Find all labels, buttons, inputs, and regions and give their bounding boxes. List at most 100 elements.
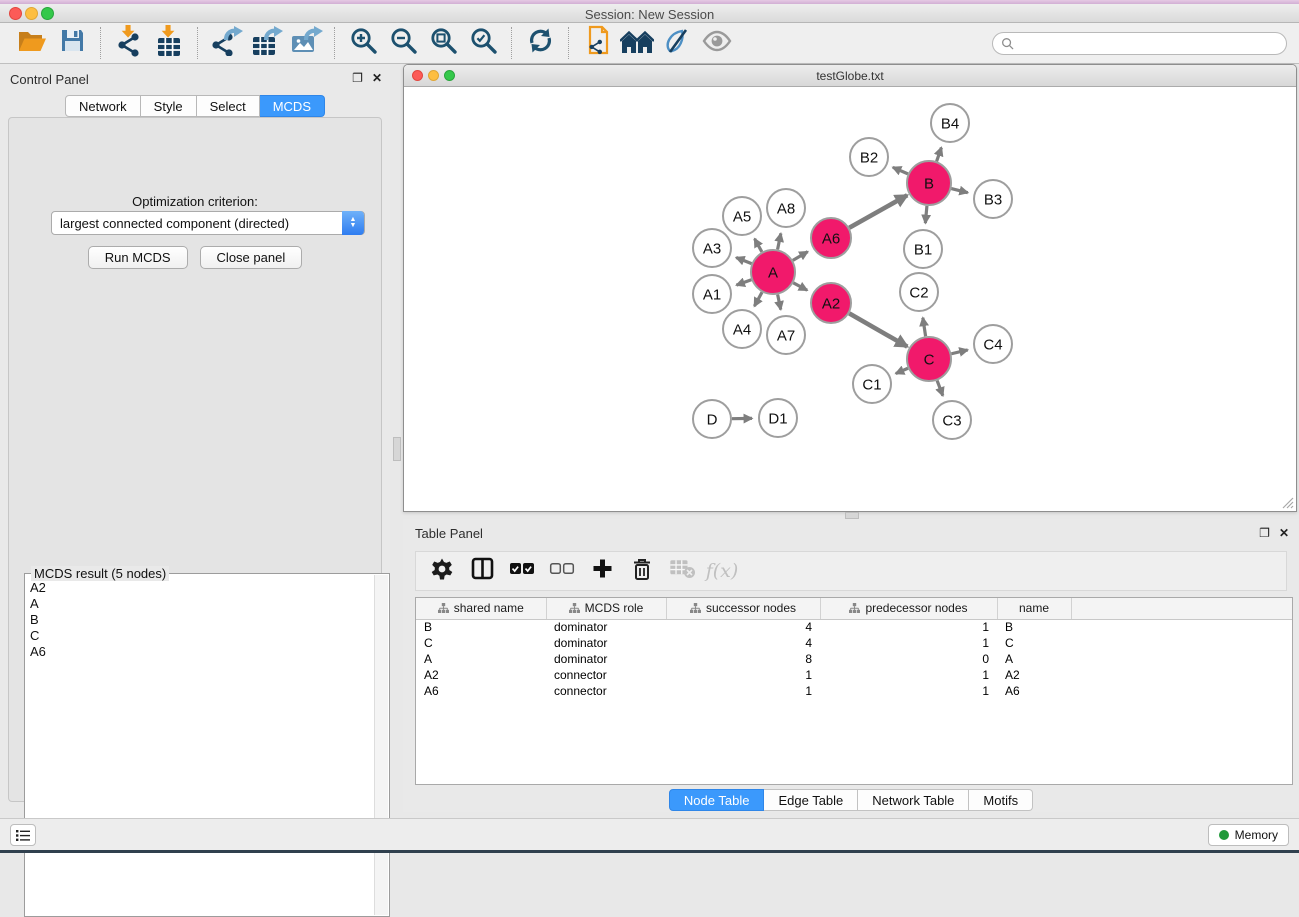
edge-B-B2[interactable] <box>893 167 908 174</box>
column-header-name[interactable]: name <box>997 598 1071 619</box>
table-row[interactable]: A6connector11A6 <box>416 683 1292 699</box>
edge-C-C3[interactable] <box>937 381 943 396</box>
edge-A-A7[interactable] <box>778 295 781 310</box>
cell[interactable]: A6 <box>416 683 546 699</box>
node-A5[interactable]: A5 <box>723 197 761 235</box>
deselect-all-button[interactable] <box>544 555 580 587</box>
close-panel-button[interactable]: Close panel <box>200 246 303 269</box>
copy-network-button[interactable] <box>577 26 617 60</box>
close-table-panel-icon[interactable]: ✕ <box>1279 526 1289 540</box>
cell[interactable]: 4 <box>666 635 820 651</box>
result-item[interactable]: B <box>27 612 373 628</box>
float-panel-icon[interactable]: ❐ <box>352 71 363 85</box>
node-A1[interactable]: A1 <box>693 275 731 313</box>
tab-motifs[interactable]: Motifs <box>969 789 1033 811</box>
tab-select[interactable]: Select <box>197 95 260 117</box>
close-panel-icon[interactable]: ✕ <box>372 71 382 85</box>
node-D[interactable]: D <box>693 400 731 438</box>
node-B2[interactable]: B2 <box>850 138 888 176</box>
float-table-panel-icon[interactable]: ❐ <box>1259 526 1270 540</box>
node-A[interactable]: A <box>751 250 795 294</box>
node-C3[interactable]: C3 <box>933 401 971 439</box>
task-history-button[interactable] <box>10 824 36 846</box>
table-row[interactable]: Bdominator41B <box>416 619 1292 635</box>
zoom-out-button[interactable] <box>383 26 423 60</box>
cell[interactable]: A2 <box>416 667 546 683</box>
search-input[interactable] <box>1018 37 1286 51</box>
node-table[interactable]: shared nameMCDS rolesuccessor nodesprede… <box>415 597 1293 785</box>
settings-button[interactable] <box>424 555 460 587</box>
cell[interactable]: connector <box>546 667 666 683</box>
home-button[interactable] <box>617 26 657 60</box>
zoom-fit-button[interactable] <box>423 26 463 60</box>
result-item[interactable]: C <box>27 628 373 644</box>
cell[interactable]: 8 <box>666 651 820 667</box>
cell[interactable]: A <box>997 651 1071 667</box>
edge-B-B4[interactable] <box>937 148 942 162</box>
node-D1[interactable]: D1 <box>759 399 797 437</box>
resize-grip-icon[interactable] <box>1281 496 1294 509</box>
edge-C-C4[interactable] <box>951 350 967 354</box>
table-row[interactable]: Adominator80A <box>416 651 1292 667</box>
node-C1[interactable]: C1 <box>853 365 891 403</box>
tab-network-table[interactable]: Network Table <box>858 789 969 811</box>
edge-B-B3[interactable] <box>951 189 967 193</box>
edge-B-B1[interactable] <box>925 206 927 223</box>
criterion-select[interactable]: largest connected component (directed) ▲… <box>51 211 365 235</box>
import-table-button[interactable] <box>149 26 189 60</box>
node-A4[interactable]: A4 <box>723 310 761 348</box>
node-B[interactable]: B <box>907 161 951 205</box>
horizontal-splitter-handle[interactable] <box>845 512 859 519</box>
result-item[interactable]: A2 <box>27 580 373 596</box>
cell[interactable]: 1 <box>820 619 997 635</box>
edge-A2-C[interactable] <box>849 313 907 346</box>
table-row[interactable]: Cdominator41C <box>416 635 1292 651</box>
cell[interactable]: dominator <box>546 635 666 651</box>
style-hide-button[interactable] <box>657 26 697 60</box>
node-B3[interactable]: B3 <box>974 180 1012 218</box>
cell[interactable]: 1 <box>820 635 997 651</box>
tab-node-table[interactable]: Node Table <box>669 789 765 811</box>
export-image-button[interactable] <box>286 26 326 60</box>
cell[interactable]: 1 <box>666 667 820 683</box>
search-field[interactable] <box>992 32 1287 55</box>
cell[interactable]: dominator <box>546 651 666 667</box>
memory-button[interactable]: Memory <box>1208 824 1289 846</box>
edge-C-C2[interactable] <box>923 318 926 337</box>
add-button[interactable] <box>584 555 620 587</box>
cell[interactable]: 1 <box>820 683 997 699</box>
node-A7[interactable]: A7 <box>767 316 805 354</box>
cell[interactable]: 1 <box>820 667 997 683</box>
node-B4[interactable]: B4 <box>931 104 969 142</box>
edge-A-A6[interactable] <box>793 252 808 261</box>
column-header-MCDS-role[interactable]: MCDS role <box>546 598 666 619</box>
cell[interactable]: B <box>416 619 546 635</box>
cell[interactable]: A2 <box>997 667 1071 683</box>
node-A2[interactable]: A2 <box>811 283 851 323</box>
zoom-selected-button[interactable] <box>463 26 503 60</box>
node-B1[interactable]: B1 <box>904 230 942 268</box>
vertical-splitter-handle[interactable] <box>393 437 401 461</box>
tab-mcds[interactable]: MCDS <box>260 95 325 117</box>
cell[interactable]: connector <box>546 683 666 699</box>
export-network-button[interactable] <box>206 26 246 60</box>
cell[interactable]: C <box>997 635 1071 651</box>
trash-button[interactable] <box>624 555 660 587</box>
node-C4[interactable]: C4 <box>974 325 1012 363</box>
network-window-titlebar[interactable]: testGlobe.txt <box>404 65 1296 87</box>
column-header-shared-name[interactable]: shared name <box>416 598 546 619</box>
edge-A-A8[interactable] <box>778 233 781 249</box>
edge-C-C1[interactable] <box>896 368 908 373</box>
import-network-button[interactable] <box>109 26 149 60</box>
node-C2[interactable]: C2 <box>900 273 938 311</box>
cell[interactable]: 1 <box>666 683 820 699</box>
result-scrollbar[interactable] <box>374 575 388 915</box>
tab-style[interactable]: Style <box>141 95 197 117</box>
birdseye-button[interactable] <box>697 26 737 60</box>
cell[interactable]: A6 <box>997 683 1071 699</box>
cell[interactable]: 0 <box>820 651 997 667</box>
refresh-button[interactable] <box>520 26 560 60</box>
cell[interactable]: 4 <box>666 619 820 635</box>
result-item[interactable]: A <box>27 596 373 612</box>
mcds-result-list[interactable]: A2ABCA6 <box>27 580 373 914</box>
